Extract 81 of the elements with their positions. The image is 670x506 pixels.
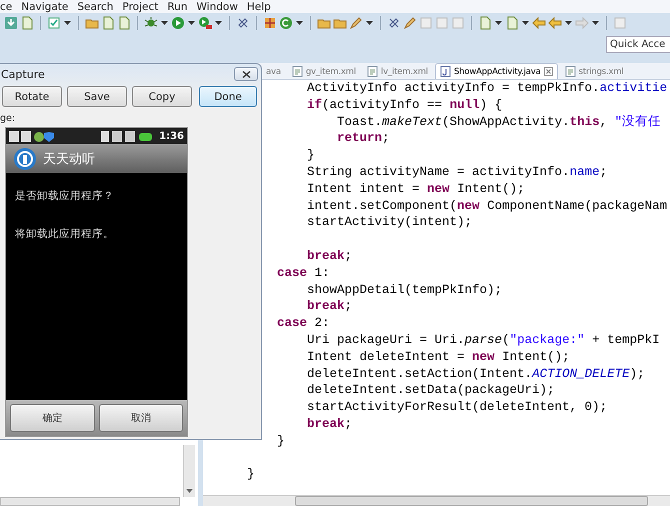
close-icon[interactable]: [544, 67, 553, 76]
code-line: break;: [307, 248, 352, 263]
app-title: 天天动听: [43, 150, 95, 168]
menu-item[interactable]: Project: [122, 0, 158, 12]
app-logo-icon: [13, 146, 37, 170]
dialog-button[interactable]: Rotate: [2, 86, 62, 107]
file-icon: [292, 66, 303, 77]
dialog-message: 是否卸载应用程序？: [15, 189, 115, 203]
file-icon: [366, 66, 378, 77]
caret-icon[interactable]: [296, 20, 303, 24]
dialog-button[interactable]: Copy: [132, 86, 192, 107]
menu-item[interactable]: ce: [0, 0, 12, 12]
code-line: Intent deleteIntent = new Intent();: [307, 350, 570, 364]
refresh-icon[interactable]: [279, 16, 293, 30]
code-line: ActivityInfo activityInfo = tempPkInfo.activitie: [307, 81, 668, 95]
arrow-down-icon[interactable]: [186, 489, 193, 493]
pencil-icon[interactable]: [403, 16, 417, 30]
document-icon[interactable]: [101, 16, 115, 30]
image-label: ge:: [0, 113, 16, 125]
code-line: break;: [307, 299, 352, 314]
dialog-button[interactable]: Save: [67, 86, 127, 107]
document-icon[interactable]: [117, 16, 131, 30]
editor-tab[interactable]: lv_item.xml: [362, 64, 432, 79]
scrollbar[interactable]: [0, 497, 180, 506]
menu-item[interactable]: Navigate: [21, 0, 68, 12]
menu-item[interactable]: Window: [196, 0, 238, 12]
menu-item[interactable]: Run: [167, 0, 188, 12]
code-line: if(activityInfo == null) {: [307, 98, 502, 112]
play-icon[interactable]: [198, 16, 212, 30]
bug-icon[interactable]: [144, 16, 158, 30]
caret-icon[interactable]: [592, 20, 599, 24]
menu-item[interactable]: Help: [246, 0, 271, 12]
caret-icon[interactable]: [64, 20, 71, 24]
play-icon[interactable]: [171, 16, 185, 30]
close-button[interactable]: [234, 67, 258, 81]
code-line: case 1:: [277, 266, 330, 280]
scrollbar[interactable]: [183, 445, 195, 497]
download-icon[interactable]: [4, 16, 18, 30]
clock-time: 1:36: [159, 130, 184, 142]
java-file-icon: [440, 66, 451, 77]
code-line: deleteIntent.setData(packageUri);: [307, 383, 555, 398]
dialog-title: Capture: [1, 68, 45, 80]
close-icon: [242, 70, 250, 78]
code-line: Intent intent = new Intent();: [307, 182, 525, 196]
caret-icon[interactable]: [495, 20, 502, 24]
code-line: startActivityForResult(deleteIntent, 0);: [307, 400, 608, 414]
status-icons-drawing: [101, 130, 154, 142]
editor-tab[interactable]: ava: [262, 64, 285, 79]
code-line: }: [307, 148, 315, 162]
dialog-message: 将卸载此应用程序。: [15, 227, 115, 241]
caret-icon[interactable]: [161, 20, 168, 24]
scrollbar[interactable]: [203, 495, 670, 506]
code-line: showAppDetail(tempPkInfo);: [307, 282, 502, 297]
grid-icon[interactable]: [263, 16, 277, 30]
quick-access-field[interactable]: Quick Acce: [606, 36, 670, 53]
caret-icon[interactable]: [565, 20, 572, 24]
caret-icon[interactable]: [215, 20, 222, 24]
code-line: break;: [307, 416, 352, 431]
caret-icon[interactable]: [188, 20, 195, 24]
document-icon[interactable]: [20, 16, 34, 30]
code-line: case 2:: [277, 316, 330, 330]
code-line: Toast.makeText(ShowAppActivity.this, "没有任: [337, 114, 662, 129]
editor-tab[interactable]: ShowAppActivity.java: [434, 63, 558, 79]
editor-tab[interactable]: gv_item.xml: [288, 64, 360, 79]
caret-icon[interactable]: [366, 20, 373, 24]
editor-tab[interactable]: strings.xml: [560, 64, 628, 79]
dialog-button[interactable]: Done: [199, 86, 257, 107]
code-line: return;: [337, 131, 390, 146]
code-line: String activityName = activityInfo.name;: [307, 164, 608, 179]
code-line: }: [277, 434, 285, 448]
code-line: deleteIntent.setAction(Intent.ACTION_DELETE);: [307, 366, 645, 381]
code-line: }: [247, 467, 255, 482]
file-icon: [564, 66, 576, 77]
caret-icon[interactable]: [522, 20, 529, 24]
code-line: startActivity(intent);: [307, 215, 472, 230]
code-line: Uri packageUri = Uri.parse("package:" + tempPkI: [307, 332, 660, 347]
dialog-button[interactable]: 取消: [98, 404, 183, 432]
dialog-button[interactable]: 确定: [10, 404, 94, 432]
code-line: intent.setComponent(new ComponentName(packageNam: [307, 198, 668, 213]
checkbox-icon[interactable]: [47, 16, 61, 30]
menu-item[interactable]: Search: [77, 0, 114, 12]
